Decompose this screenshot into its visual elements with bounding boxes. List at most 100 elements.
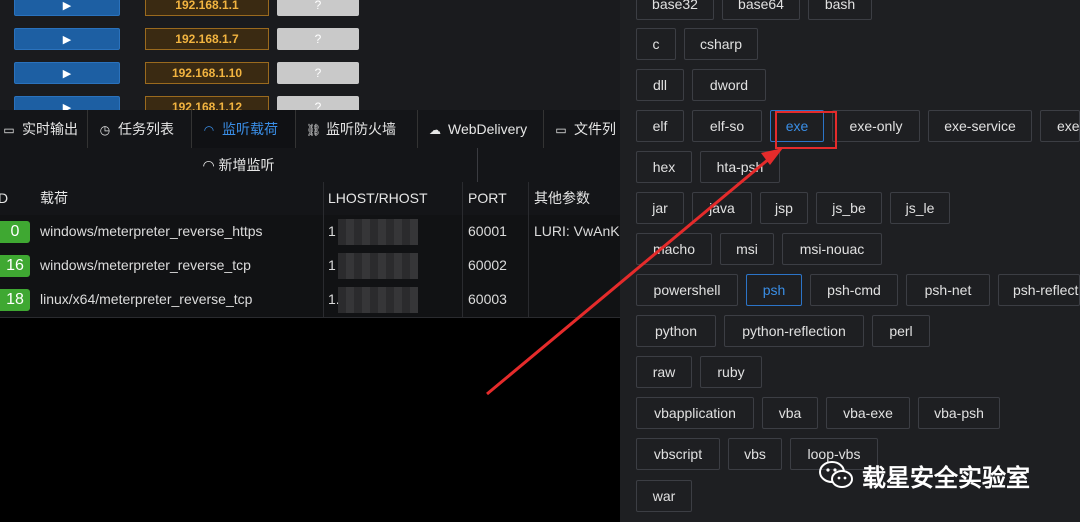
tab-realtime-output[interactable]: ▭ 实时输出	[0, 110, 88, 148]
tab-listener-firewall[interactable]: ⛓ 监听防火墙	[296, 110, 418, 148]
format-button-selected[interactable]: psh	[746, 274, 802, 306]
format-button[interactable]: ruby	[700, 356, 762, 388]
format-button[interactable]: exe-	[1040, 110, 1080, 142]
session-ip: 192.168.1.10	[145, 62, 269, 84]
format-button[interactable]: elf	[636, 110, 684, 142]
listener-toolbar: ◠ 新增监听	[0, 148, 620, 183]
format-button[interactable]: hta-psh	[700, 151, 780, 183]
redacted-block	[338, 287, 418, 313]
tab-webdelivery[interactable]: ☁ WebDelivery	[418, 110, 544, 148]
col-port: PORT	[468, 190, 507, 206]
play-button[interactable]: ▶	[14, 62, 120, 84]
format-button[interactable]: jsp	[760, 192, 808, 224]
payload-cell: windows/meterpreter_reverse_tcp	[40, 257, 251, 273]
format-button[interactable]: python	[636, 315, 716, 347]
id-badge: 0	[0, 221, 30, 243]
col-id: D	[0, 190, 9, 206]
format-button[interactable]: dll	[636, 69, 684, 101]
watermark: 载星安全实验室	[818, 455, 1030, 495]
tab-label: 监听防火墙	[326, 121, 396, 137]
payload-cell: windows/meterpreter_reverse_https	[40, 223, 263, 239]
play-button[interactable]: ▶	[14, 28, 120, 50]
format-button[interactable]: psh-net	[906, 274, 990, 306]
tab-task-list[interactable]: ◷ 任务列表	[88, 110, 192, 148]
format-button[interactable]: base64	[722, 0, 800, 20]
format-button[interactable]: raw	[636, 356, 692, 388]
session-ip: 192.168.1.1	[145, 0, 269, 16]
format-button[interactable]: exe-service	[928, 110, 1032, 142]
port-cell: 60001	[468, 223, 507, 239]
session-row: ▶ 192.168.1.7 ?	[0, 22, 620, 57]
tab-label: 文件列	[574, 121, 616, 137]
format-button[interactable]: macho	[636, 233, 712, 265]
format-button[interactable]: elf-so	[692, 110, 762, 142]
play-button[interactable]: ▶	[14, 0, 120, 16]
format-button[interactable]: base32	[636, 0, 714, 20]
redacted-block	[338, 219, 418, 245]
format-button[interactable]: js_be	[816, 192, 882, 224]
table-row[interactable]: 18 linux/x64/meterpreter_reverse_tcp 1. …	[0, 283, 620, 318]
format-button[interactable]: c	[636, 28, 676, 60]
redacted-block	[338, 253, 418, 279]
folder-icon: ▭	[555, 123, 567, 137]
format-button[interactable]: war	[636, 480, 692, 512]
format-button[interactable]: powershell	[636, 274, 738, 306]
format-button[interactable]: psh-cmd	[810, 274, 898, 306]
wechat-icon	[819, 461, 853, 488]
format-button[interactable]: python-reflection	[724, 315, 864, 347]
tab-label: 实时输出	[22, 121, 78, 137]
session-row: ▶ 192.168.1.10 ?	[0, 56, 620, 91]
col-payload: 载荷	[40, 190, 68, 206]
tab-listener-payload[interactable]: ◠ 监听载荷	[192, 110, 296, 148]
format-button[interactable]: dword	[692, 69, 766, 101]
port-cell: 60003	[468, 291, 507, 307]
other-cell: LURI: VwAnKz	[534, 223, 620, 239]
table-row[interactable]: 16 windows/meterpreter_reverse_tcp 1 600…	[0, 249, 620, 284]
format-button[interactable]: hex	[636, 151, 692, 183]
format-button[interactable]: msi-nouac	[782, 233, 882, 265]
format-button[interactable]: jar	[636, 192, 684, 224]
format-button[interactable]: msi	[720, 233, 774, 265]
session-status[interactable]: ?	[277, 0, 359, 16]
tab-file-list[interactable]: ▭ 文件列	[544, 110, 620, 148]
terminal-icon: ▭	[3, 123, 15, 137]
format-button[interactable]: vba-psh	[918, 397, 1000, 429]
format-button[interactable]: csharp	[684, 28, 758, 60]
format-button[interactable]: vbs	[728, 438, 782, 470]
format-button[interactable]: bash	[808, 0, 872, 20]
port-cell: 60002	[468, 257, 507, 273]
col-other: 其他参数	[534, 190, 590, 206]
format-button[interactable]: vbapplication	[636, 397, 754, 429]
session-status[interactable]: ?	[277, 62, 359, 84]
cloud-upload-icon: ☁	[429, 123, 441, 137]
add-listener-label: 新增监听	[218, 157, 275, 173]
format-button[interactable]: psh-reflect	[998, 274, 1080, 306]
payload-cell: linux/x64/meterpreter_reverse_tcp	[40, 291, 253, 307]
id-badge: 16	[0, 255, 30, 277]
format-button[interactable]: perl	[872, 315, 930, 347]
session-ip: 192.168.1.7	[145, 28, 269, 50]
col-host: LHOST/RHOST	[328, 190, 428, 206]
headphones-icon: ◠	[202, 157, 219, 173]
format-button[interactable]: vbscript	[636, 438, 720, 470]
link-icon: ⛓	[306, 123, 322, 137]
other-cell	[534, 283, 620, 317]
watermark-text: 载星安全实验室	[862, 464, 1030, 492]
format-button[interactable]: exe-only	[832, 110, 920, 142]
tab-label: WebDelivery	[448, 121, 528, 137]
format-button[interactable]: vba-exe	[826, 397, 910, 429]
format-button[interactable]: java	[692, 192, 752, 224]
session-row: ▶ 192.168.1.1 ?	[0, 0, 620, 23]
other-cell	[534, 249, 620, 283]
highlight-box	[775, 111, 837, 149]
tab-label: 监听载荷	[222, 121, 278, 137]
format-button[interactable]: js_le	[890, 192, 950, 224]
session-status[interactable]: ?	[277, 28, 359, 50]
table-row[interactable]: 0 windows/meterpreter_reverse_https 1 60…	[0, 215, 620, 250]
format-button[interactable]: vba	[762, 397, 818, 429]
clock-icon: ◷	[99, 123, 111, 137]
add-listener-button[interactable]: ◠ 新增监听	[0, 148, 478, 182]
left-panel: ▶ 192.168.1.1 ? ▶ 192.168.1.7 ? ▶ 192.16…	[0, 0, 620, 522]
tab-label: 任务列表	[118, 121, 174, 137]
table-header: D 载荷 LHOST/RHOST PORT 其他参数	[0, 182, 620, 216]
